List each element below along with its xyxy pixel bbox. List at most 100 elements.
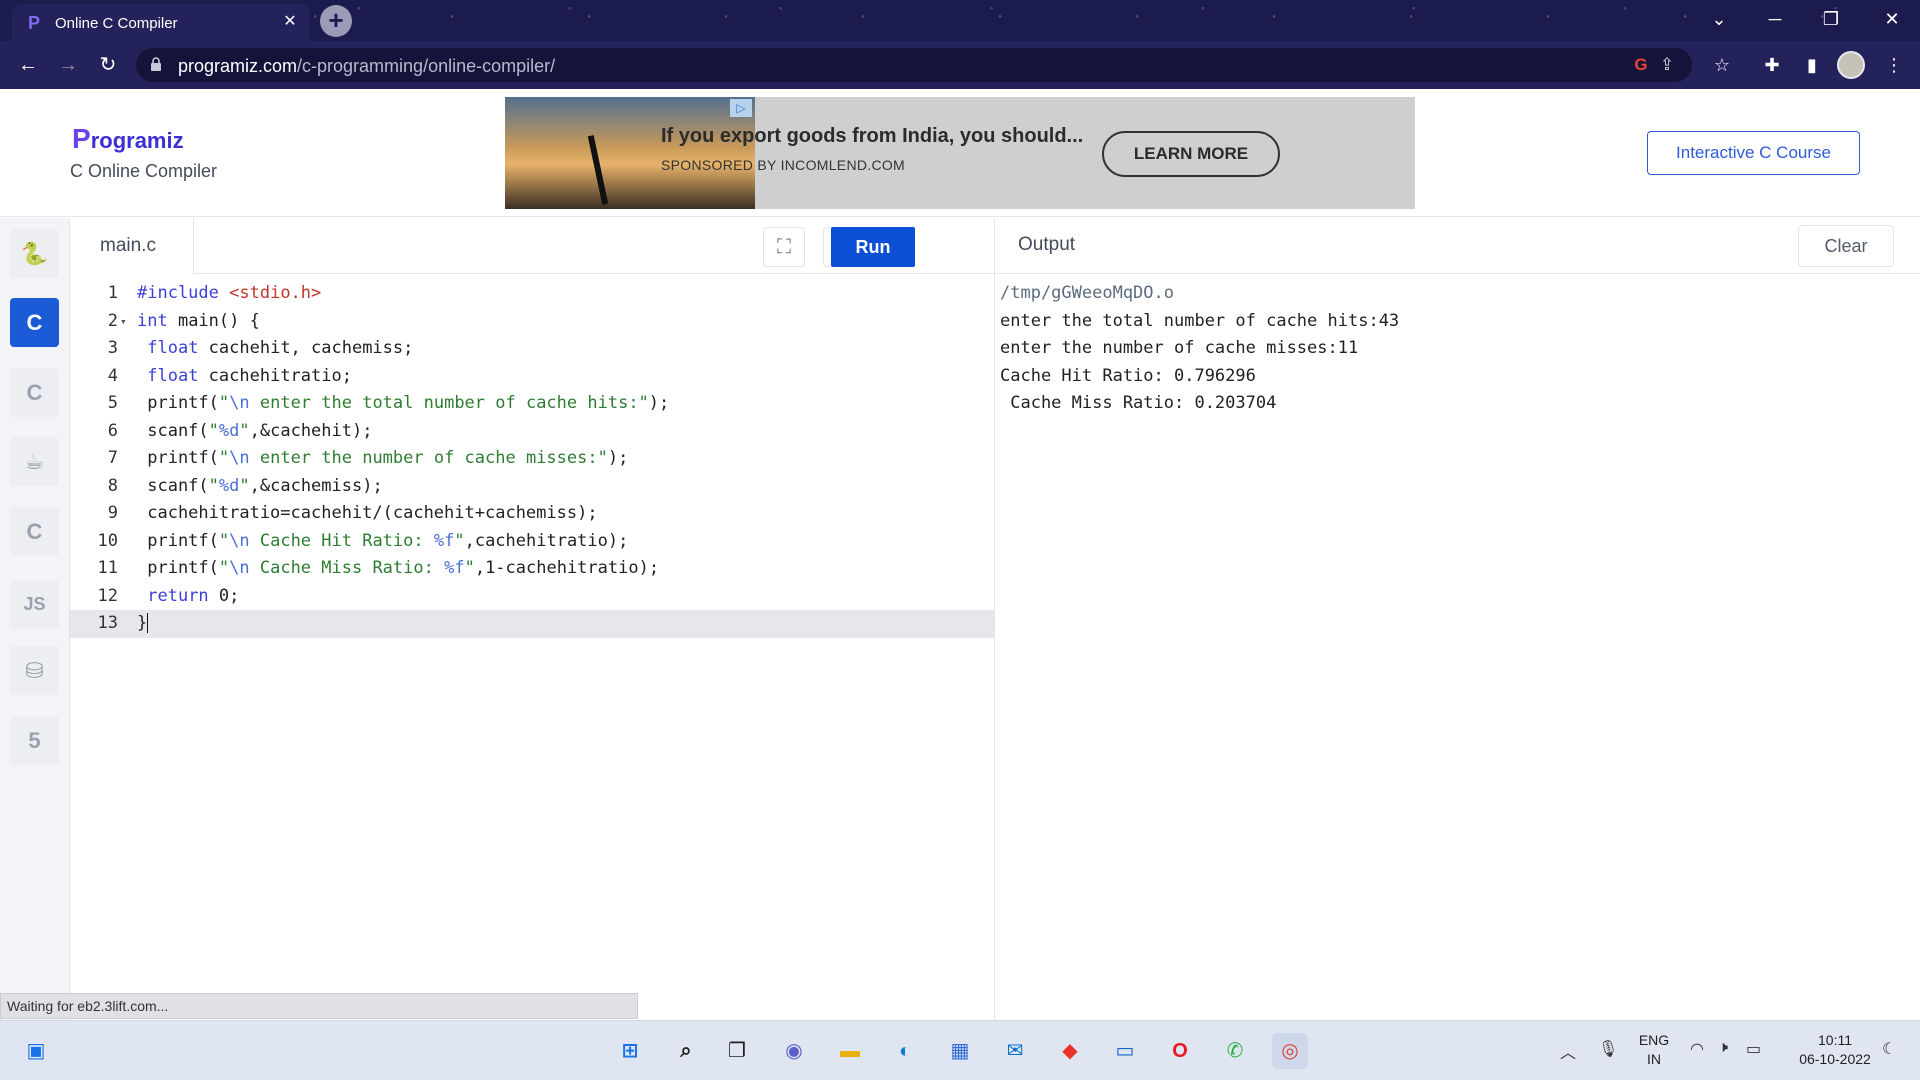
chrome-icon[interactable]: ◎ [1272, 1033, 1308, 1069]
code-line[interactable]: 4 float cachehitratio; [70, 363, 995, 391]
task-view-icon[interactable]: ❐ [719, 1033, 755, 1069]
line-number: 6 [107, 420, 118, 441]
c-icon[interactable]: C [10, 298, 59, 347]
code-text: printf("\n Cache Miss Ratio: %f",1-cache… [137, 558, 660, 578]
line-number: 5 [107, 393, 118, 413]
output-console[interactable]: /tmp/gGWeeoMqDO.o enter the total number… [1000, 280, 1399, 418]
learn-more-button[interactable]: LEARN MORE [1102, 131, 1280, 177]
minimize-button[interactable]: ─ [1747, 0, 1803, 41]
code-text: printf("\n enter the number of cache mis… [137, 448, 629, 468]
line-number: 9 [107, 503, 118, 523]
microphone-icon[interactable]: 🎙 [1598, 1039, 1618, 1059]
line-number: 4 [107, 365, 118, 386]
battery-icon[interactable]: ▭ [1746, 1039, 1761, 1059]
code-text: } [137, 613, 149, 633]
widgets-icon[interactable]: ▣ [18, 1033, 54, 1069]
teams-chat-icon[interactable]: ◉ [776, 1033, 812, 1069]
remote-desktop-icon[interactable]: ▭ [1107, 1033, 1143, 1069]
code-line[interactable]: 1 #include <stdio.h> [70, 280, 995, 308]
csharp-icon[interactable]: C [10, 507, 59, 556]
js-icon[interactable]: JS [10, 580, 59, 629]
line-number: 2 [107, 310, 118, 331]
java-icon[interactable]: ☕ [10, 437, 59, 486]
system-clock[interactable]: 10:11 06-10-2022 [1790, 1031, 1880, 1069]
extensions-puzzle-icon[interactable]: ✚ [1756, 49, 1788, 81]
show-hidden-icons-chevron-icon[interactable]: ︿ [1560, 1039, 1576, 1063]
code-line[interactable]: 5 printf("\n enter the total number of c… [70, 390, 995, 418]
mail-icon[interactable]: ✉ [997, 1033, 1033, 1069]
volume-muted-icon[interactable]: 🕨 [1718, 1039, 1728, 1057]
code-text: scanf("%d",&cachemiss); [137, 475, 383, 496]
interactive-course-button[interactable]: Interactive C Course [1647, 131, 1860, 175]
notifications-moon-icon[interactable]: ☾ [1882, 1039, 1896, 1059]
ad-headline: If you export goods from India, you shou… [661, 125, 1084, 147]
share-icon[interactable]: ⇪ [1656, 54, 1678, 76]
anydesk-icon[interactable]: ◆ [1052, 1033, 1088, 1069]
language-sidebar: 🐍 C C ☕ C JS ⛁ 5 [0, 218, 70, 1020]
run-button[interactable]: Run [831, 227, 915, 267]
browser-tab[interactable]: P Online C Compiler ✕ [12, 4, 310, 41]
menu-kebab-icon[interactable]: ⋮ [1878, 49, 1910, 81]
code-text: int main() { [137, 310, 260, 331]
code-area[interactable]: 1 #include <stdio.h> 2 ▾ int main() { 3 float… [70, 280, 995, 638]
code-text: #include <stdio.h> [137, 283, 322, 303]
browser-tab-strip: P Online C Compiler ✕ + ⌄ ─ ❐ ✕ [0, 0, 1920, 41]
line-number: 8 [107, 475, 118, 496]
start-windows-icon[interactable]: ⊞ [612, 1033, 648, 1069]
edge-browser-icon[interactable]: ◐ [887, 1033, 923, 1069]
fold-arrow-icon[interactable]: ▾ [120, 308, 127, 336]
file-tab-main-c[interactable]: main.c [70, 218, 194, 274]
close-window-button[interactable]: ✕ [1864, 0, 1920, 41]
opera-icon[interactable]: O [1162, 1033, 1198, 1069]
whatsapp-icon[interactable]: ✆ [1217, 1033, 1253, 1069]
code-text: return 0; [147, 585, 240, 606]
bookmark-star-icon[interactable]: ☆ [1706, 49, 1738, 81]
search-icon[interactable]: ⌕ [668, 1033, 704, 1069]
browser-toolbar: ← → ↻ programiz.com/c-programming/online… [0, 41, 1920, 89]
advertisement-banner[interactable]: ▷ If you export goods from India, you sh… [505, 97, 1415, 209]
side-panel-icon[interactable]: ▮ [1796, 49, 1828, 81]
close-tab-icon[interactable]: ✕ [280, 12, 300, 32]
reload-icon[interactable]: ↻ [92, 49, 124, 81]
url-text: programiz.com/c-programming/online-compi… [178, 56, 556, 76]
forward-icon[interactable]: → [52, 49, 84, 81]
profile-avatar[interactable] [1837, 51, 1865, 79]
restore-button[interactable]: ❐ [1803, 0, 1859, 41]
code-line[interactable]: 11 printf("\n Cache Miss Ratio: %f",1-ca… [70, 555, 995, 583]
code-text: scanf("%d",&cachehit); [137, 420, 373, 441]
microsoft-store-icon[interactable]: ▦ [942, 1033, 978, 1069]
html-icon[interactable]: 5 [10, 716, 59, 765]
output-header: Output Clear [996, 218, 1920, 274]
tab-search-icon[interactable]: ⌄ [1691, 0, 1747, 41]
code-line[interactable]: 6 scanf("%d",&cachehit); [70, 418, 995, 446]
ad-image [505, 97, 755, 209]
clear-button[interactable]: Clear [1798, 225, 1894, 267]
code-line[interactable]: 3 float cachehit, cachemiss; [70, 335, 995, 363]
cpp-icon[interactable]: C [10, 368, 59, 417]
ad-sponsor: SPONSORED BY INCOMLEND.COM [661, 157, 906, 173]
fullscreen-icon[interactable]: ⛶ [763, 227, 805, 267]
code-line[interactable]: 2 ▾ int main() { [70, 308, 995, 336]
file-explorer-icon[interactable]: ▬ [832, 1033, 868, 1069]
code-line[interactable]: 8 scanf("%d",&cachemiss); [70, 473, 995, 501]
sql-icon[interactable]: ⛁ [10, 646, 59, 695]
address-bar[interactable]: programiz.com/c-programming/online-compi… [136, 48, 1692, 82]
ad-choices-icon[interactable]: ▷ [730, 99, 752, 117]
programiz-logo[interactable]: Programiz [72, 123, 184, 155]
input-language-indicator[interactable]: ENG IN [1632, 1031, 1676, 1069]
output-line: /tmp/gGWeeoMqDO.o [1000, 283, 1174, 303]
output-line: Cache Hit Ratio: 0.796296 [1000, 365, 1256, 386]
python-icon[interactable]: 🐍 [10, 229, 59, 278]
new-tab-button[interactable]: + [320, 5, 352, 37]
code-line[interactable]: 9 cachehitratio=cachehit/(cachehit+cache… [70, 500, 995, 528]
back-icon[interactable]: ← [12, 49, 44, 81]
wifi-icon[interactable]: ◠ [1690, 1039, 1704, 1059]
code-line[interactable]: 13} [70, 610, 995, 638]
google-lens-icon[interactable]: G [1630, 54, 1652, 76]
code-line[interactable]: 7 printf("\n enter the number of cache m… [70, 445, 995, 473]
code-line[interactable]: 10 printf("\n Cache Hit Ratio: %f",cache… [70, 528, 995, 556]
line-number: 11 [97, 558, 118, 578]
output-line: Cache Miss Ratio: 0.203704 [1000, 393, 1277, 413]
code-line[interactable]: 12 return 0; [70, 583, 995, 611]
windows-taskbar: ▣ ⊞ ⌕ ❐ ◉ ▬ ◐ ▦ ✉ ◆ ▭ O ✆ ◎ ︿ 🎙 ENG IN ◠… [0, 1020, 1920, 1080]
